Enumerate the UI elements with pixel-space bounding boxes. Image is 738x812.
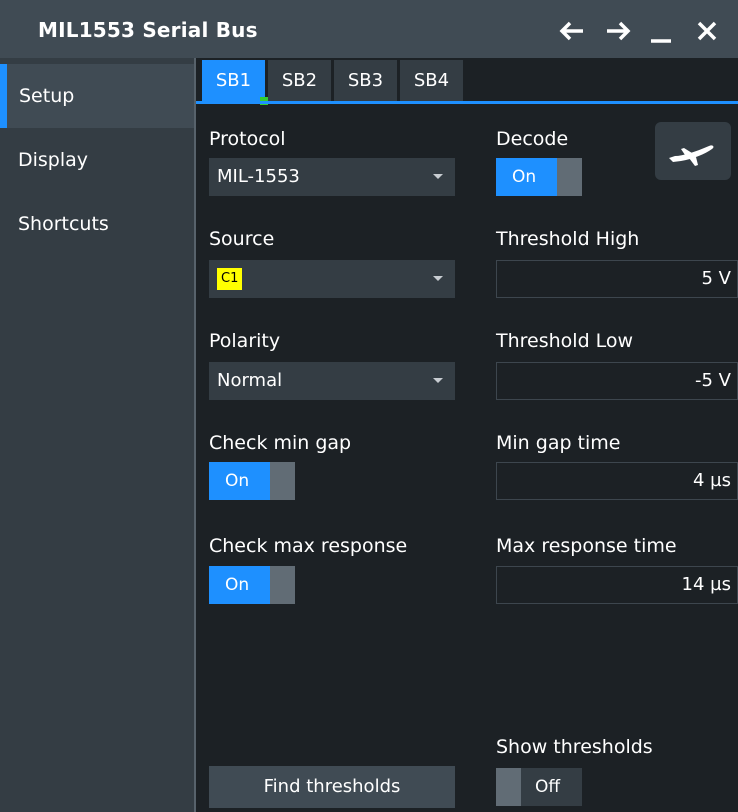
source-label: Source [209,228,275,250]
check-min-gap-label: Check min gap [209,432,352,454]
protocol-value: MIL-1553 [217,166,300,187]
min-gap-time-field[interactable]: 4 µs [496,462,738,500]
tab-sb3[interactable]: SB3 [334,60,397,102]
tab-label: SB2 [281,70,318,91]
check-max-response-toggle[interactable]: On [209,566,295,604]
tab-bar: SB1 SB2 SB3 SB4 [196,58,738,105]
threshold-high-label: Threshold High [496,228,640,250]
toggle-knob [557,158,582,196]
show-thresholds-toggle[interactable]: Off [496,768,582,806]
close-icon[interactable] [690,14,724,48]
toggle-on-label: On [209,566,270,604]
airplane-icon [669,145,714,166]
tab-label: SB3 [347,70,384,91]
toggle-on-label: On [209,462,270,500]
threshold-low-label: Threshold Low [496,330,634,352]
sidebar-item-label: Shortcuts [18,213,109,235]
decode-label: Decode [496,128,569,150]
tab-sb1[interactable]: SB1 [202,60,268,105]
minimize-icon[interactable] [644,14,678,48]
show-thresholds-label: Show thresholds [496,736,653,758]
sidebar: Setup Display Shortcuts [0,58,194,812]
tab-sb2[interactable]: SB2 [268,60,331,102]
forward-arrow-icon[interactable] [601,14,635,48]
toggle-on-label: On [496,158,557,196]
chevron-down-icon [433,378,443,383]
toggle-off-label: Off [521,768,582,806]
check-min-gap-toggle[interactable]: On [209,462,295,500]
sidebar-item-label: Setup [19,85,75,107]
max-response-time-label: Max response time [496,535,677,557]
check-max-response-label: Check max response [209,535,408,557]
protocol-dropdown[interactable]: MIL-1553 [209,158,455,196]
tab-underline [196,101,738,104]
sidebar-item-setup[interactable]: Setup [0,64,194,128]
toggle-knob [270,462,295,500]
chevron-down-icon [433,276,443,281]
polarity-label: Polarity [209,330,281,352]
toggle-knob [270,566,295,604]
sidebar-divider [194,58,196,812]
airplane-button[interactable] [655,122,731,180]
source-chip: C1 [217,268,243,290]
title-bar: MIL1553 Serial Bus [0,0,738,58]
window-title: MIL1553 Serial Bus [38,18,258,42]
sidebar-item-label: Display [18,149,89,171]
polarity-value: Normal [217,370,283,391]
chevron-down-icon [433,174,443,179]
find-thresholds-button[interactable]: Find thresholds [209,766,455,808]
polarity-dropdown[interactable]: Normal [209,362,455,400]
max-response-time-field[interactable]: 14 µs [496,566,738,604]
source-dropdown[interactable]: C1 [209,260,455,298]
tab-sb4[interactable]: SB4 [400,60,463,102]
mil1553-serial-bus-window: MIL1553 Serial Bus Setup Display Shortcu… [0,0,738,812]
toggle-knob [496,768,521,806]
tab-label: SB1 [215,70,252,91]
sidebar-item-display[interactable]: Display [0,128,194,192]
threshold-high-field[interactable]: 5 V [496,260,738,298]
protocol-label: Protocol [209,128,286,150]
min-gap-time-label: Min gap time [496,432,621,454]
sidebar-item-shortcuts[interactable]: Shortcuts [0,192,194,256]
threshold-low-field[interactable]: -5 V [496,362,738,400]
back-arrow-icon[interactable] [555,14,589,48]
tab-label: SB4 [413,70,450,91]
decode-toggle[interactable]: On [496,158,582,196]
